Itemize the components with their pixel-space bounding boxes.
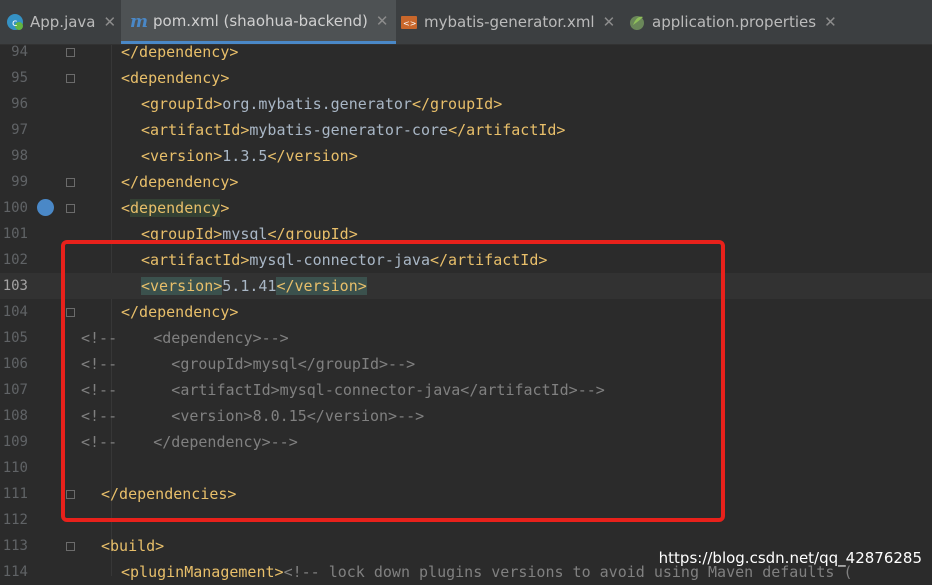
tab-label: App.java: [30, 13, 96, 31]
code-text: <version>1.3.5</version>: [141, 143, 358, 169]
tab-label: mybatis-generator.xml: [424, 13, 595, 31]
code-line[interactable]: 94 </dependency>: [0, 39, 932, 65]
code-token: 1.3.5: [222, 147, 268, 165]
close-icon[interactable]: ✕: [824, 13, 837, 31]
code-line[interactable]: 100 <dependency>: [0, 195, 932, 221]
line-number: 98: [11, 148, 28, 164]
line-number: 108: [2, 408, 28, 424]
line-number: 109: [2, 434, 28, 450]
line-number: 106: [2, 356, 28, 372]
code-text: </dependency>: [121, 39, 238, 65]
code-text: </dependency>: [121, 169, 238, 195]
code-token: <version>: [141, 147, 223, 165]
code-token: <dependency>: [121, 69, 230, 87]
code-token: <artifactId>: [141, 121, 250, 139]
close-icon[interactable]: ✕: [603, 13, 616, 31]
code-line[interactable]: 99 </dependency>: [0, 169, 932, 195]
line-number: 95: [11, 70, 28, 86]
tab-app-java[interactable]: c App.java ✕: [6, 0, 116, 44]
code-text: <build>: [101, 533, 164, 559]
code-line[interactable]: 97 <artifactId>mybatis-generator-core</ar…: [0, 117, 932, 143]
code-token: </dependency>: [121, 43, 239, 61]
fold-open-icon[interactable]: [66, 204, 75, 213]
svg-text:<>: <>: [403, 19, 416, 28]
code-text: <dependency>: [121, 65, 229, 91]
java-class-icon: c: [6, 13, 24, 31]
code-text: <groupId>org.mybatis.generator</groupId>: [141, 91, 502, 117]
line-number: 99: [11, 174, 28, 190]
code-token: org.mybatis.generator: [222, 95, 412, 113]
code-token: </version>: [267, 147, 358, 165]
line-number: 114: [2, 564, 28, 580]
line-number: 111: [2, 486, 28, 502]
line-number: 105: [2, 330, 28, 346]
line-number: 112: [2, 512, 28, 528]
code-token: </groupId>: [411, 95, 503, 113]
code-token: >: [220, 199, 230, 217]
svg-text:c: c: [12, 18, 18, 29]
line-number: 110: [2, 460, 28, 476]
svg-text:m: m: [130, 12, 147, 30]
code-line[interactable]: 98 <version>1.3.5</version>: [0, 143, 932, 169]
code-token: <pluginManagement>: [121, 563, 284, 581]
code-text: <artifactId>mybatis-generator-core</arti…: [141, 117, 565, 143]
code-token: mybatis-generator-core: [249, 121, 449, 139]
fold-close-icon[interactable]: [66, 178, 75, 187]
highlight-annotation-box: [61, 240, 725, 522]
line-number: 103: [2, 278, 28, 294]
xml-file-icon: <>: [400, 13, 418, 31]
code-text: <dependency>: [121, 195, 229, 221]
fold-open-icon[interactable]: [66, 542, 75, 551]
code-token: <groupId>: [141, 95, 223, 113]
spring-properties-icon: [628, 13, 646, 31]
code-token: </artifactId>: [448, 121, 566, 139]
code-token: <: [121, 199, 131, 217]
line-number: 96: [11, 96, 28, 112]
line-number: 104: [2, 304, 28, 320]
maven-icon: m: [129, 12, 148, 32]
line-number: 113: [2, 538, 28, 554]
tab-pom-xml[interactable]: m pom.xml (shaohua-backend) ✕: [121, 0, 397, 44]
code-token: </dependency>: [121, 173, 239, 191]
tab-label: pom.xml (shaohua-backend): [153, 11, 368, 30]
close-icon[interactable]: ✕: [376, 12, 389, 30]
fold-open-icon[interactable]: [66, 74, 75, 83]
line-number: 107: [2, 382, 28, 398]
code-line[interactable]: 96 <groupId>org.mybatis.generator</groupI…: [0, 91, 932, 117]
line-number: 100: [2, 200, 28, 216]
tab-mybatis-generator-xml[interactable]: <> mybatis-generator.xml ✕: [400, 0, 615, 44]
line-number: 102: [2, 252, 28, 268]
code-token: dependency: [130, 199, 221, 217]
code-token: <build>: [101, 537, 165, 555]
watermark: https://blog.csdn.net/qq_42876285: [658, 549, 922, 567]
line-number: 97: [11, 122, 28, 138]
tab-application-properties[interactable]: application.properties ✕: [628, 0, 837, 44]
code-editor[interactable]: 94 </dependency> 95 <dependency> 96 <groupId>…: [0, 43, 932, 581]
dependency-gutter-icon[interactable]: [37, 199, 54, 216]
line-number: 94: [11, 44, 28, 60]
code-line[interactable]: 95 <dependency>: [0, 65, 932, 91]
fold-close-icon[interactable]: [66, 48, 75, 57]
line-number: 101: [2, 226, 28, 242]
tab-label: application.properties: [652, 13, 817, 31]
close-icon[interactable]: ✕: [104, 13, 117, 31]
